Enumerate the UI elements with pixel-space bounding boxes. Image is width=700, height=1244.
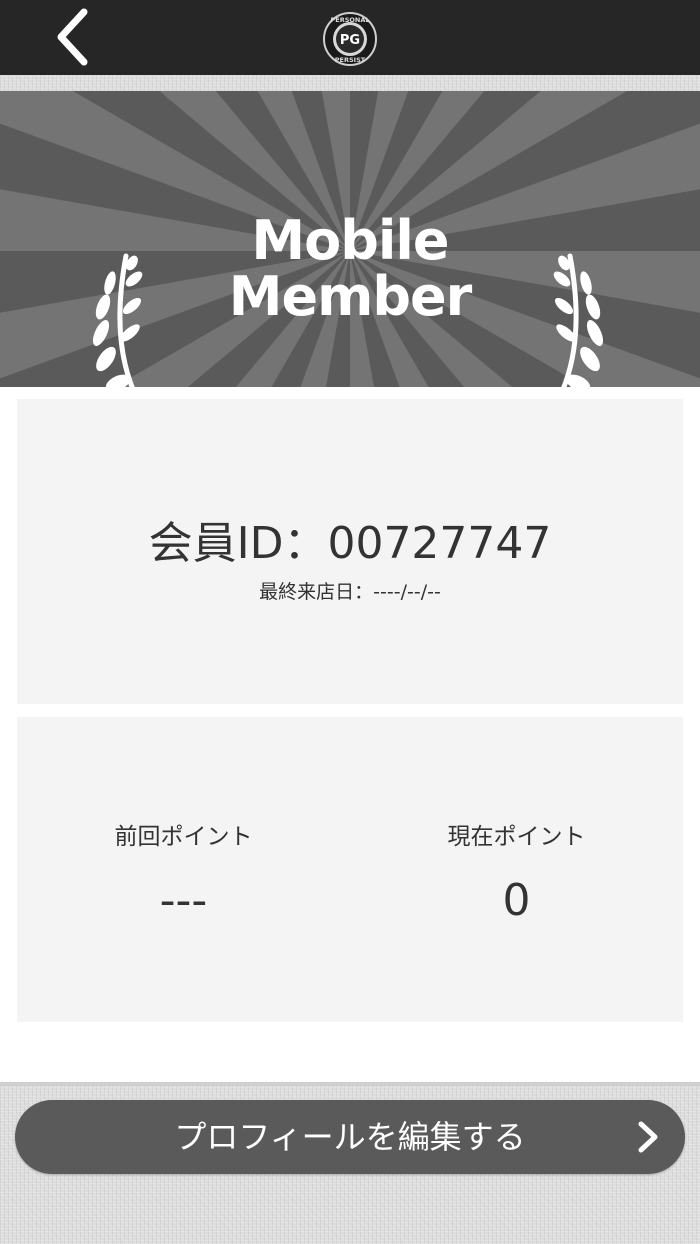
points-card: 前回ポイント --- 現在ポイント 0	[17, 717, 683, 1022]
chevron-right-icon	[638, 1121, 658, 1153]
banner-title: Mobile Member	[0, 213, 700, 325]
current-points-label: 現在ポイント	[447, 824, 586, 850]
logo-monogram: PG	[340, 33, 360, 48]
previous-points-value: ---	[159, 875, 208, 926]
current-points: 現在ポイント 0	[350, 817, 683, 926]
brand-logo: PERSONAL PG PERSIST	[322, 11, 378, 67]
previous-points: 前回ポイント ---	[17, 817, 350, 926]
mobile-member-banner: Mobile Member	[0, 91, 700, 387]
member-id-card: 会員ID：00727747 最終来店日：----/--/--	[17, 399, 683, 704]
last-visit-date: 最終来店日：----/--/--	[259, 581, 441, 603]
edit-profile-button[interactable]: プロフィールを編集する	[15, 1100, 685, 1174]
member-content: 会員ID：00727747 最終来店日：----/--/-- 前回ポイント --…	[0, 387, 700, 1082]
logo-bottom-text: PERSIST	[335, 56, 366, 64]
logo-top-text: PERSONAL	[330, 16, 369, 24]
member-id: 会員ID：00727747	[148, 518, 552, 569]
banner-title-line2: Member	[228, 265, 473, 328]
chevron-left-icon	[57, 8, 88, 66]
back-button[interactable]	[44, 6, 100, 68]
edit-profile-label: プロフィールを編集する	[174, 1118, 526, 1156]
banner-title-line1: Mobile	[251, 209, 449, 272]
footer-divider	[0, 1082, 700, 1086]
top-bar: PERSONAL PG PERSIST	[0, 0, 700, 75]
previous-points-label: 前回ポイント	[114, 824, 253, 850]
current-points-value: 0	[502, 875, 531, 926]
